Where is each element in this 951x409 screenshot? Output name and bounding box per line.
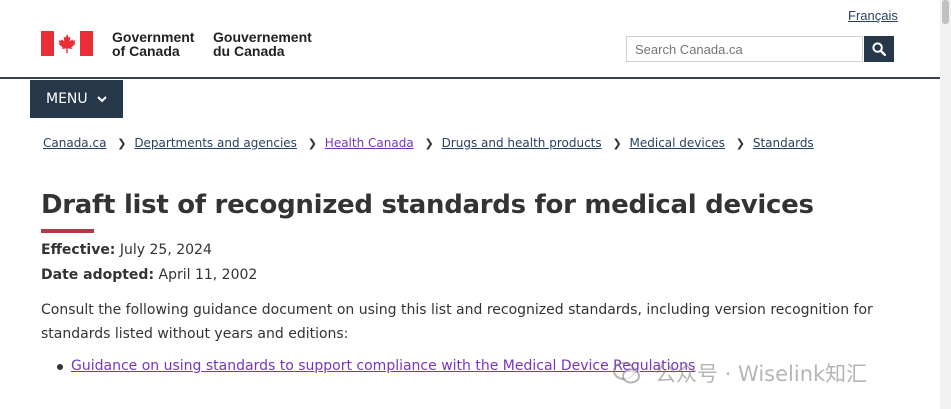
breadcrumb-separator-icon: ❯ [424,137,434,150]
title-underline [41,229,94,233]
breadcrumb-separator-icon: ❯ [735,137,746,150]
list-item: Guidance on using standards to support c… [55,358,695,374]
search-icon [872,42,886,56]
header-divider [0,77,940,79]
search-button[interactable] [864,36,894,62]
breadcrumb-health-canada[interactable]: Health Canada [325,136,414,150]
guidance-list: Guidance on using standards to support c… [55,358,695,374]
adopted-label: Date adopted: [41,267,155,283]
chevron-down-icon [96,95,107,102]
search-input[interactable] [626,36,863,62]
wordmark-french: Gouvernement du Canada [213,30,312,58]
watermark: 公众号 · Wiselink知汇 [613,358,867,388]
breadcrumb-separator-icon: ❯ [117,137,127,150]
canada-flag-icon [41,31,93,56]
wordmark-english: Government of Canada [112,30,194,58]
language-toggle-link[interactable]: Français [848,8,898,23]
menu-label: MENU [46,91,88,107]
vertical-scrollbar[interactable] [940,0,951,409]
wordmark-english-line1: Government [112,29,195,45]
scrollbar-thumb[interactable] [942,0,949,24]
breadcrumb-separator-icon: ❯ [612,137,622,150]
effective-value: July 25, 2024 [119,242,212,258]
breadcrumb-canada-ca[interactable]: Canada.ca [43,136,106,150]
intro-paragraph: Consult the following guidance document … [41,302,873,342]
breadcrumb: Canada.ca ❯ Departments and agencies ❯ H… [43,136,814,150]
page-title: Draft list of recognized standards for m… [41,190,814,220]
watermark-text: 公众号 · Wiselink知汇 [655,362,868,386]
breadcrumb-separator-icon: ❯ [307,137,317,150]
breadcrumb-medical-devices[interactable]: Medical devices [630,136,725,150]
effective-date: Effective: July 25, 2024 [41,242,212,258]
effective-label: Effective: [41,242,116,258]
guidance-link[interactable]: Guidance on using standards to support c… [71,358,695,374]
wordmark-english-line2: of Canada [112,43,180,59]
wordmark-french-line1: Gouvernement [213,29,312,45]
wechat-logo-icon [613,362,640,384]
adopted-date: Date adopted: April 11, 2002 [41,267,257,283]
breadcrumb-departments[interactable]: Departments and agencies [134,136,297,150]
breadcrumb-standards[interactable]: Standards [753,136,814,150]
wordmark-french-line2: du Canada [213,43,285,59]
adopted-value: April 11, 2002 [158,267,258,283]
breadcrumb-drugs-health-products[interactable]: Drugs and health products [442,136,602,150]
menu-button[interactable]: MENU [30,80,123,118]
